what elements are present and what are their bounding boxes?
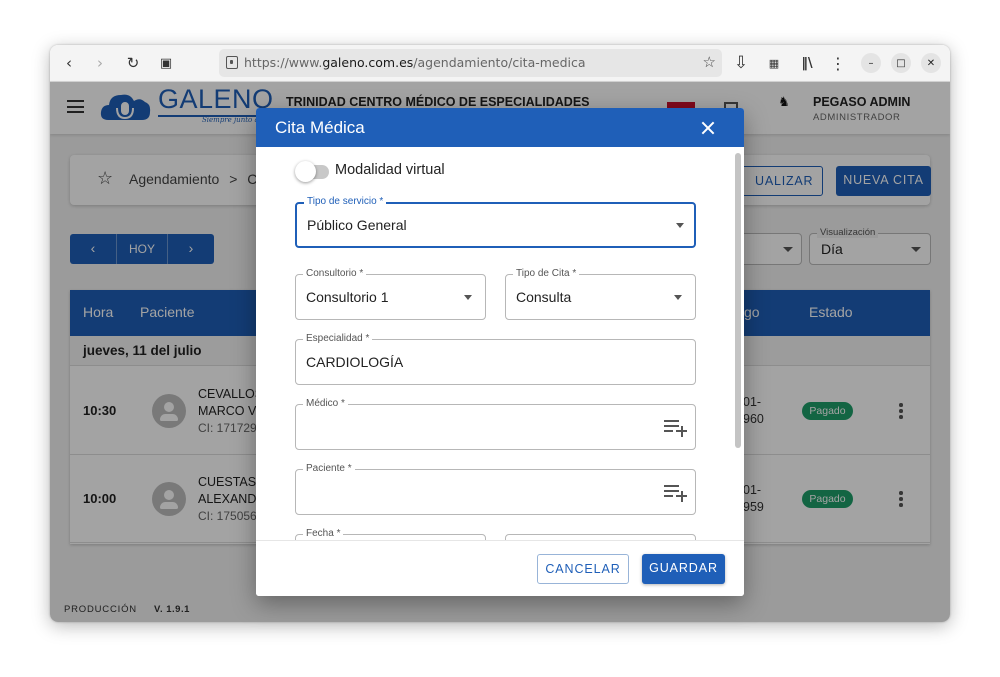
back-icon[interactable]: ‹ (57, 51, 81, 75)
dialog-header: Cita Médica (256, 108, 744, 147)
maximize-icon[interactable]: □ (891, 53, 911, 73)
minimize-icon[interactable]: – (861, 53, 881, 73)
chevron-down-icon (464, 295, 472, 300)
patient-label: Paciente * (303, 463, 355, 475)
forward-icon[interactable]: › (88, 51, 112, 75)
date-label: Fecha * (303, 528, 344, 540)
specialty-label: Especialidad * (303, 333, 373, 345)
bookmark-star-icon[interactable]: ☆ (703, 53, 716, 71)
virtual-mode-label: Modalidad virtual (335, 162, 445, 178)
scrollbar-thumb[interactable] (735, 153, 741, 448)
url-text: https://www.galeno.com.es/agendamiento/c… (244, 55, 586, 70)
service-type-value: Público General (307, 217, 407, 233)
office-label: Consultorio * (303, 268, 367, 280)
service-type-select[interactable]: Tipo de servicio * Público General (295, 196, 696, 248)
toggle-knob (295, 161, 316, 182)
office-value: Consultorio 1 (306, 289, 389, 305)
appointment-type-value: Consulta (516, 289, 572, 305)
cancel-button[interactable]: CANCELAR (537, 554, 629, 584)
playlist-add-icon[interactable] (664, 483, 688, 502)
extensions-icon[interactable]: ▦ (762, 51, 786, 75)
download-icon[interactable]: ⇩ (729, 51, 753, 75)
dialog-actions: CANCELAR GUARDAR (256, 540, 744, 596)
office-select[interactable]: Consultorio * Consultorio 1 (295, 268, 486, 320)
dialog-scrollbar[interactable] (734, 151, 742, 539)
doctor-field[interactable]: Médico * (295, 398, 696, 450)
appointment-dialog: Cita Médica Modalidad virtual Tipo de se… (256, 108, 744, 596)
address-bar[interactable]: https://www.galeno.com.es/agendamiento/c… (219, 49, 722, 77)
dialog-title: Cita Médica (275, 118, 365, 137)
virtual-mode-toggle[interactable] (295, 161, 329, 182)
appointment-type-label: Tipo de Cita * (513, 268, 580, 280)
service-type-label: Tipo de servicio * (304, 196, 387, 208)
playlist-add-icon[interactable] (664, 418, 688, 437)
chevron-down-icon (676, 223, 684, 228)
specialty-value: CARDIOLOGÍA (306, 354, 404, 370)
reader-mode-icon[interactable]: ▣ (154, 51, 178, 75)
doctor-label: Médico * (303, 398, 348, 410)
library-icon[interactable]: ‖\ (795, 51, 819, 75)
dialog-body: Modalidad virtual Tipo de servicio * Púb… (256, 147, 744, 540)
browser-toolbar: ‹ › ↻ ▣ https://www.galeno.com.es/agenda… (50, 45, 950, 82)
lock-icon (226, 56, 238, 69)
specialty-field[interactable]: Especialidad * CARDIOLOGÍA (295, 333, 696, 385)
menu-kebab-icon[interactable]: ⋮ (826, 51, 850, 75)
close-window-icon[interactable]: ✕ (921, 53, 941, 73)
chevron-down-icon (674, 295, 682, 300)
reload-icon[interactable]: ↻ (121, 51, 145, 75)
save-button[interactable]: GUARDAR (642, 554, 725, 584)
appointment-type-select[interactable]: Tipo de Cita * Consulta (505, 268, 696, 320)
patient-field[interactable]: Paciente * (295, 463, 696, 515)
close-icon[interactable] (698, 118, 718, 138)
